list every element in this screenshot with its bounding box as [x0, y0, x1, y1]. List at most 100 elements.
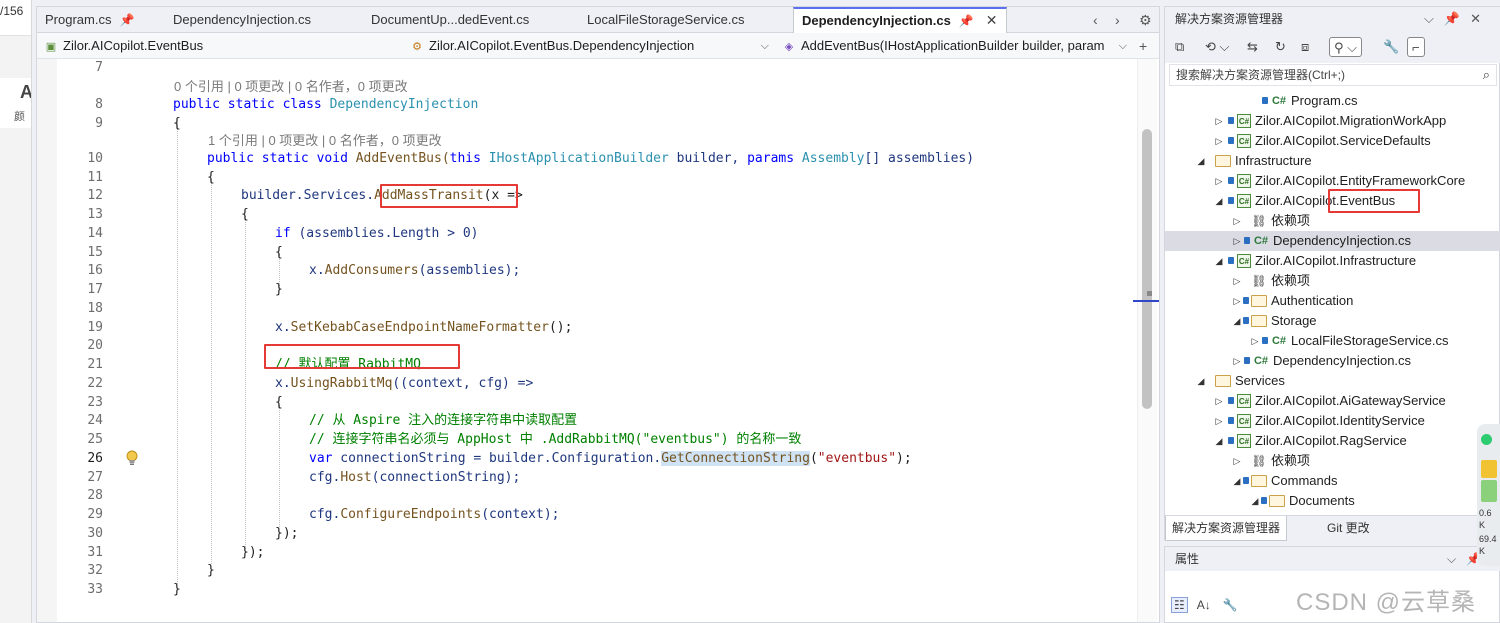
csharp-file-icon: C# [1253, 235, 1269, 247]
close-tab-icon[interactable]: ✕ [986, 12, 998, 28]
alphabetical-icon[interactable]: A↓ [1194, 597, 1214, 613]
tree-node[interactable]: ▷ C# LocalFileStorageService.cs [1165, 331, 1500, 351]
pin-icon[interactable]: 📌 [1444, 11, 1470, 26]
tree-node[interactable]: ▷ C# Zilor.AICopilot.ServiceDefaults [1165, 131, 1500, 151]
code-line: 20 [37, 337, 1137, 355]
close-icon[interactable]: ✕ [1470, 11, 1491, 26]
categorized-icon[interactable]: ☷ [1171, 597, 1188, 613]
vertical-scrollbar-thumb[interactable] [1142, 129, 1152, 409]
tree-node[interactable]: ▷ C# DependencyInjection.cs [1165, 351, 1500, 371]
expand-arrow-icon[interactable]: ▷ [1213, 411, 1225, 431]
collapse-arrow-icon[interactable]: ◢ [1195, 151, 1207, 171]
switch-views-icon[interactable]: ⧉ [1175, 37, 1184, 57]
tree-node[interactable]: ▷ C# Zilor.AICopilot.MigrationWorkApp [1165, 111, 1500, 131]
tree-node[interactable]: ▷ C# DependencyInjection.cs [1165, 231, 1500, 251]
csharp-project-icon: C# [1237, 254, 1251, 268]
solution-search-input[interactable]: 搜索解决方案资源管理器(Ctrl+;) ⌕ [1169, 64, 1497, 86]
refresh-icon[interactable]: ↻ [1275, 37, 1286, 57]
expand-arrow-icon[interactable]: ▷ [1231, 211, 1243, 231]
preview-selected-icon[interactable]: ⌐ [1407, 37, 1425, 57]
collapse-arrow-icon[interactable]: ◢ [1195, 371, 1207, 391]
sync-icon[interactable]: ⇆ [1247, 37, 1258, 57]
tree-node-label: Services [1235, 373, 1285, 388]
tree-node[interactable]: ▷ ⛓ 依赖项 [1165, 451, 1500, 471]
window-options-icon[interactable]: ⌵ [1447, 552, 1466, 566]
tab-solution-explorer[interactable]: 解决方案资源管理器 [1165, 516, 1288, 541]
window-options-icon[interactable]: ⌵ [1424, 11, 1444, 26]
filter-icon[interactable]: ⚲ ⌵ [1329, 37, 1362, 57]
property-pages-icon[interactable]: 🔧 [1220, 597, 1241, 613]
scroll-tabs-left-icon[interactable]: ‹ [1093, 7, 1098, 33]
tree-node[interactable]: ◢ Storage [1165, 311, 1500, 331]
tree-node-label: Program.cs [1291, 93, 1358, 108]
class-dropdown[interactable]: ⚙ Zilor.AICopilot.EventBus.DependencyInje… [409, 36, 773, 56]
expand-arrow-icon[interactable]: ▷ [1213, 391, 1225, 411]
tree-node[interactable]: ▷ ⛓ 依赖项 [1165, 211, 1500, 231]
code-line: 13 { [37, 206, 1137, 224]
codelens-class-references[interactable]: 0 个引用 | 0 项更改 | 0 名作者，0 项更改 [174, 78, 408, 96]
pin-icon[interactable]: 📌 [959, 14, 974, 28]
code-text: { [241, 207, 249, 222]
tree-node[interactable]: C# Program.cs [1165, 91, 1500, 111]
collapse-arrow-icon[interactable]: ◢ [1231, 471, 1243, 491]
expand-arrow-icon[interactable]: ▷ [1249, 331, 1261, 351]
tab-dependencyinjection-eventbus[interactable]: DependencyInjection.cs [173, 7, 311, 33]
tree-node[interactable]: ◢ Documents [1165, 491, 1500, 511]
history-icon[interactable]: ⟲ ⌵ [1205, 37, 1229, 57]
code-line: 30}); [37, 525, 1137, 543]
expand-arrow-icon[interactable]: ▷ [1213, 171, 1225, 191]
expand-arrow-icon[interactable]: ▷ [1231, 291, 1243, 311]
tab-documentuploaded-event[interactable]: DocumentUp...dedEvent.cs [371, 7, 529, 33]
tree-node[interactable]: ◢ C# Zilor.AICopilot.Infrastructure [1165, 251, 1500, 271]
line-number: 20 [87, 338, 103, 353]
tab-localfilestorageservice[interactable]: LocalFileStorageService.cs [587, 7, 745, 33]
search-icon[interactable]: ⌕ [1483, 65, 1490, 85]
code-area[interactable]: 7 0 个引用 | 0 项更改 | 0 名作者，0 项更改 8 public st… [37, 59, 1159, 622]
collapse-arrow-icon[interactable]: ◢ [1213, 191, 1225, 211]
expand-arrow-icon[interactable]: ▷ [1231, 351, 1243, 371]
code-text: x.AddConsumers(assemblies); [309, 263, 521, 278]
collapse-arrow-icon[interactable]: ◢ [1213, 251, 1225, 271]
expand-arrow-icon[interactable]: ▷ [1213, 131, 1225, 151]
code-line: 29 cfg.ConfigureEndpoints(context); [37, 506, 1137, 524]
member-dropdown[interactable]: ◈ AddEventBus(IHostApplicationBuilder bui… [781, 36, 1131, 56]
split-editor-icon[interactable]: + [1139, 33, 1147, 59]
tree-node[interactable]: ◢ Commands [1165, 471, 1500, 491]
project-dropdown[interactable]: ▣ Zilor.AICopilot.EventBus [43, 36, 403, 56]
collapse-arrow-icon[interactable]: ◢ [1249, 491, 1261, 511]
csharp-file-icon: C# [1271, 95, 1287, 107]
line-number: 24 [87, 413, 103, 428]
expand-arrow-icon[interactable]: ▷ [1231, 271, 1243, 291]
collapse-all-icon[interactable]: ⧈ [1301, 37, 1309, 57]
properties-wrench-icon[interactable]: 🔧 [1383, 37, 1399, 57]
performance-widget[interactable]: 0.6 K 69.4 K [1477, 424, 1500, 566]
tree-node[interactable]: ▷ C# Zilor.AICopilot.EntityFrameworkCore [1165, 171, 1500, 191]
tree-node[interactable]: ▷ Authentication [1165, 291, 1500, 311]
tree-node[interactable]: ▷ C# Zilor.AICopilot.IdentityService [1165, 411, 1500, 431]
tree-node[interactable]: ▷ C# Zilor.AICopilot.AiGatewayService [1165, 391, 1500, 411]
code-text: { [275, 395, 283, 410]
collapse-arrow-icon[interactable]: ◢ [1213, 431, 1225, 451]
tab-program-cs[interactable]: Program.cs 📌 [45, 7, 134, 33]
expand-arrow-icon[interactable]: ▷ [1231, 451, 1243, 471]
tree-node[interactable]: ◢ C# Zilor.AICopilot.RagService [1165, 431, 1500, 451]
expand-arrow-icon[interactable]: ▷ [1231, 231, 1243, 251]
code-line: 31}); [37, 544, 1137, 562]
collapse-arrow-icon[interactable]: ◢ [1231, 311, 1243, 331]
tree-node[interactable]: ▷ ⛓ 依赖项 [1165, 271, 1500, 291]
line-number: 23 [87, 395, 103, 410]
tab-git-changes[interactable]: Git 更改 [1321, 516, 1376, 541]
tab-dependencyinjection-active[interactable]: DependencyInjection.cs 📌 ✕ [793, 7, 1007, 33]
tree-node-label: 依赖项 [1271, 213, 1311, 228]
codelens-method-references[interactable]: 1 个引用 | 0 项更改 | 0 名作者，0 项更改 [208, 132, 442, 150]
tree-node[interactable]: ◢ Services [1165, 371, 1500, 391]
code-line: 9{ [37, 115, 1137, 133]
lock-icon [1244, 357, 1250, 364]
method-icon: ◈ [784, 41, 794, 53]
lightbulb-icon[interactable] [125, 450, 139, 466]
tab-settings-gear-icon[interactable]: ⚙ [1139, 7, 1152, 33]
expand-arrow-icon[interactable]: ▷ [1213, 111, 1225, 131]
pin-icon[interactable]: 📌 [119, 13, 134, 27]
tree-node[interactable]: ◢ Infrastructure [1165, 151, 1500, 171]
scroll-tabs-right-icon[interactable]: › [1115, 7, 1120, 33]
